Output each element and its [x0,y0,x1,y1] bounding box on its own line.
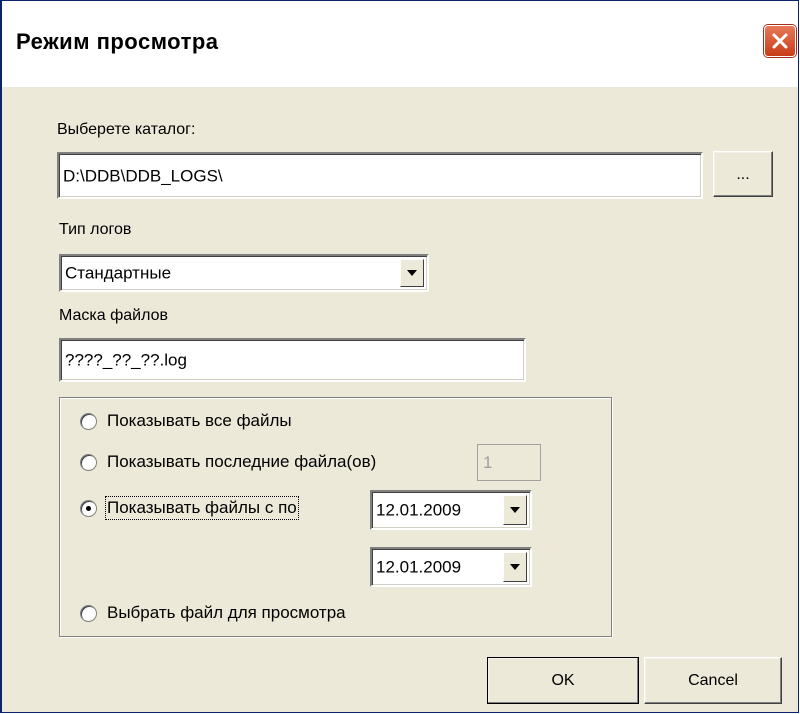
last-count-input[interactable]: 1 [477,444,541,481]
date-from-picker[interactable]: 12.01.2009 [370,490,532,530]
close-icon [772,33,788,49]
browse-button[interactable]: ... [713,151,773,197]
cancel-button[interactable]: Cancel [644,657,782,704]
radio-icon[interactable] [80,453,97,471]
radio-icon[interactable] [80,604,97,622]
radio-show-last-label: Показывать последние файла(ов) [107,452,377,471]
folder-input[interactable]: D:\DDB\DDB_LOGS\ [57,152,703,199]
log-type-label: Тип логов [59,221,132,238]
radio-icon-selected[interactable] [80,499,97,517]
file-mask-input[interactable]: ????_??_??.log [59,338,526,382]
radio-show-all[interactable]: Показывать все файлы [80,411,292,431]
close-button[interactable] [764,25,796,57]
date-to-value: 12.01.2009 [376,557,462,577]
log-type-value: Стандартные [65,263,172,283]
dialog-title: Режим просмотра [16,29,219,54]
ok-button[interactable]: OK [487,657,639,704]
dialog-window: Режим просмотра Выберете каталог: D:\DDB… [0,0,799,713]
radio-show-all-label: Показывать все файлы [107,411,292,430]
last-count-value: 1 [483,452,493,472]
radio-icon[interactable] [80,412,97,430]
date-to-picker[interactable]: 12.01.2009 [370,547,532,587]
title-bar[interactable]: Режим просмотра [2,1,798,87]
file-mask-value: ????_??_??.log [65,350,187,370]
chevron-down-icon[interactable] [503,552,527,582]
radio-show-range-label: Показывать файлы с по [105,496,299,520]
folder-label: Выберете каталог: [57,121,196,138]
radio-pick-file-label: Выбрать файл для просмотра [107,603,346,622]
radio-show-last[interactable]: Показывать последние файла(ов) [80,452,376,472]
log-type-select[interactable]: Стандартные [59,254,429,292]
radio-pick-file[interactable]: Выбрать файл для просмотра [80,603,346,623]
date-from-value: 12.01.2009 [376,500,462,520]
file-mask-label: Маска файлов [59,307,169,324]
folder-input-value: D:\DDB\DDB_LOGS\ [63,166,223,185]
chevron-down-icon[interactable] [400,259,424,287]
chevron-down-icon[interactable] [503,495,527,525]
radio-show-range[interactable]: Показывать файлы с по [80,496,299,520]
